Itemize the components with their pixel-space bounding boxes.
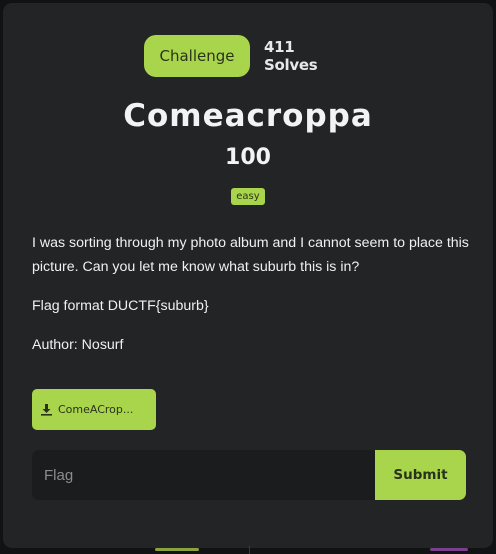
file-name-label: ComeACrop...	[58, 403, 134, 416]
flag-form: Submit	[32, 450, 466, 500]
challenge-modal: Challenge 411 Solves Comeacroppa 100 eas…	[3, 3, 493, 548]
flag-format-text: Flag format DUCTF{suburb}	[32, 298, 209, 314]
difficulty-badge: easy	[231, 188, 265, 205]
background-card-edge-right	[430, 548, 468, 551]
difficulty-badge-wrap: easy	[3, 188, 493, 205]
submit-button[interactable]: Submit	[375, 450, 466, 500]
download-icon	[41, 404, 52, 416]
challenge-points: 100	[225, 145, 271, 170]
flag-input[interactable]	[32, 450, 375, 500]
modal-tabs: Challenge 411 Solves	[3, 35, 493, 77]
author-text: Author: Nosurf	[32, 337, 124, 353]
tab-solves[interactable]: 411 Solves	[264, 38, 344, 74]
challenge-title: Comeacroppa	[123, 98, 373, 134]
download-file-button[interactable]: ComeACrop...	[32, 389, 156, 430]
challenge-description: I was sorting through my photo album and…	[32, 231, 472, 372]
description-text: I was sorting through my photo album and…	[32, 235, 469, 275]
background-divider	[249, 546, 250, 554]
background-card-edge	[155, 548, 199, 551]
tab-challenge[interactable]: Challenge	[144, 35, 250, 77]
